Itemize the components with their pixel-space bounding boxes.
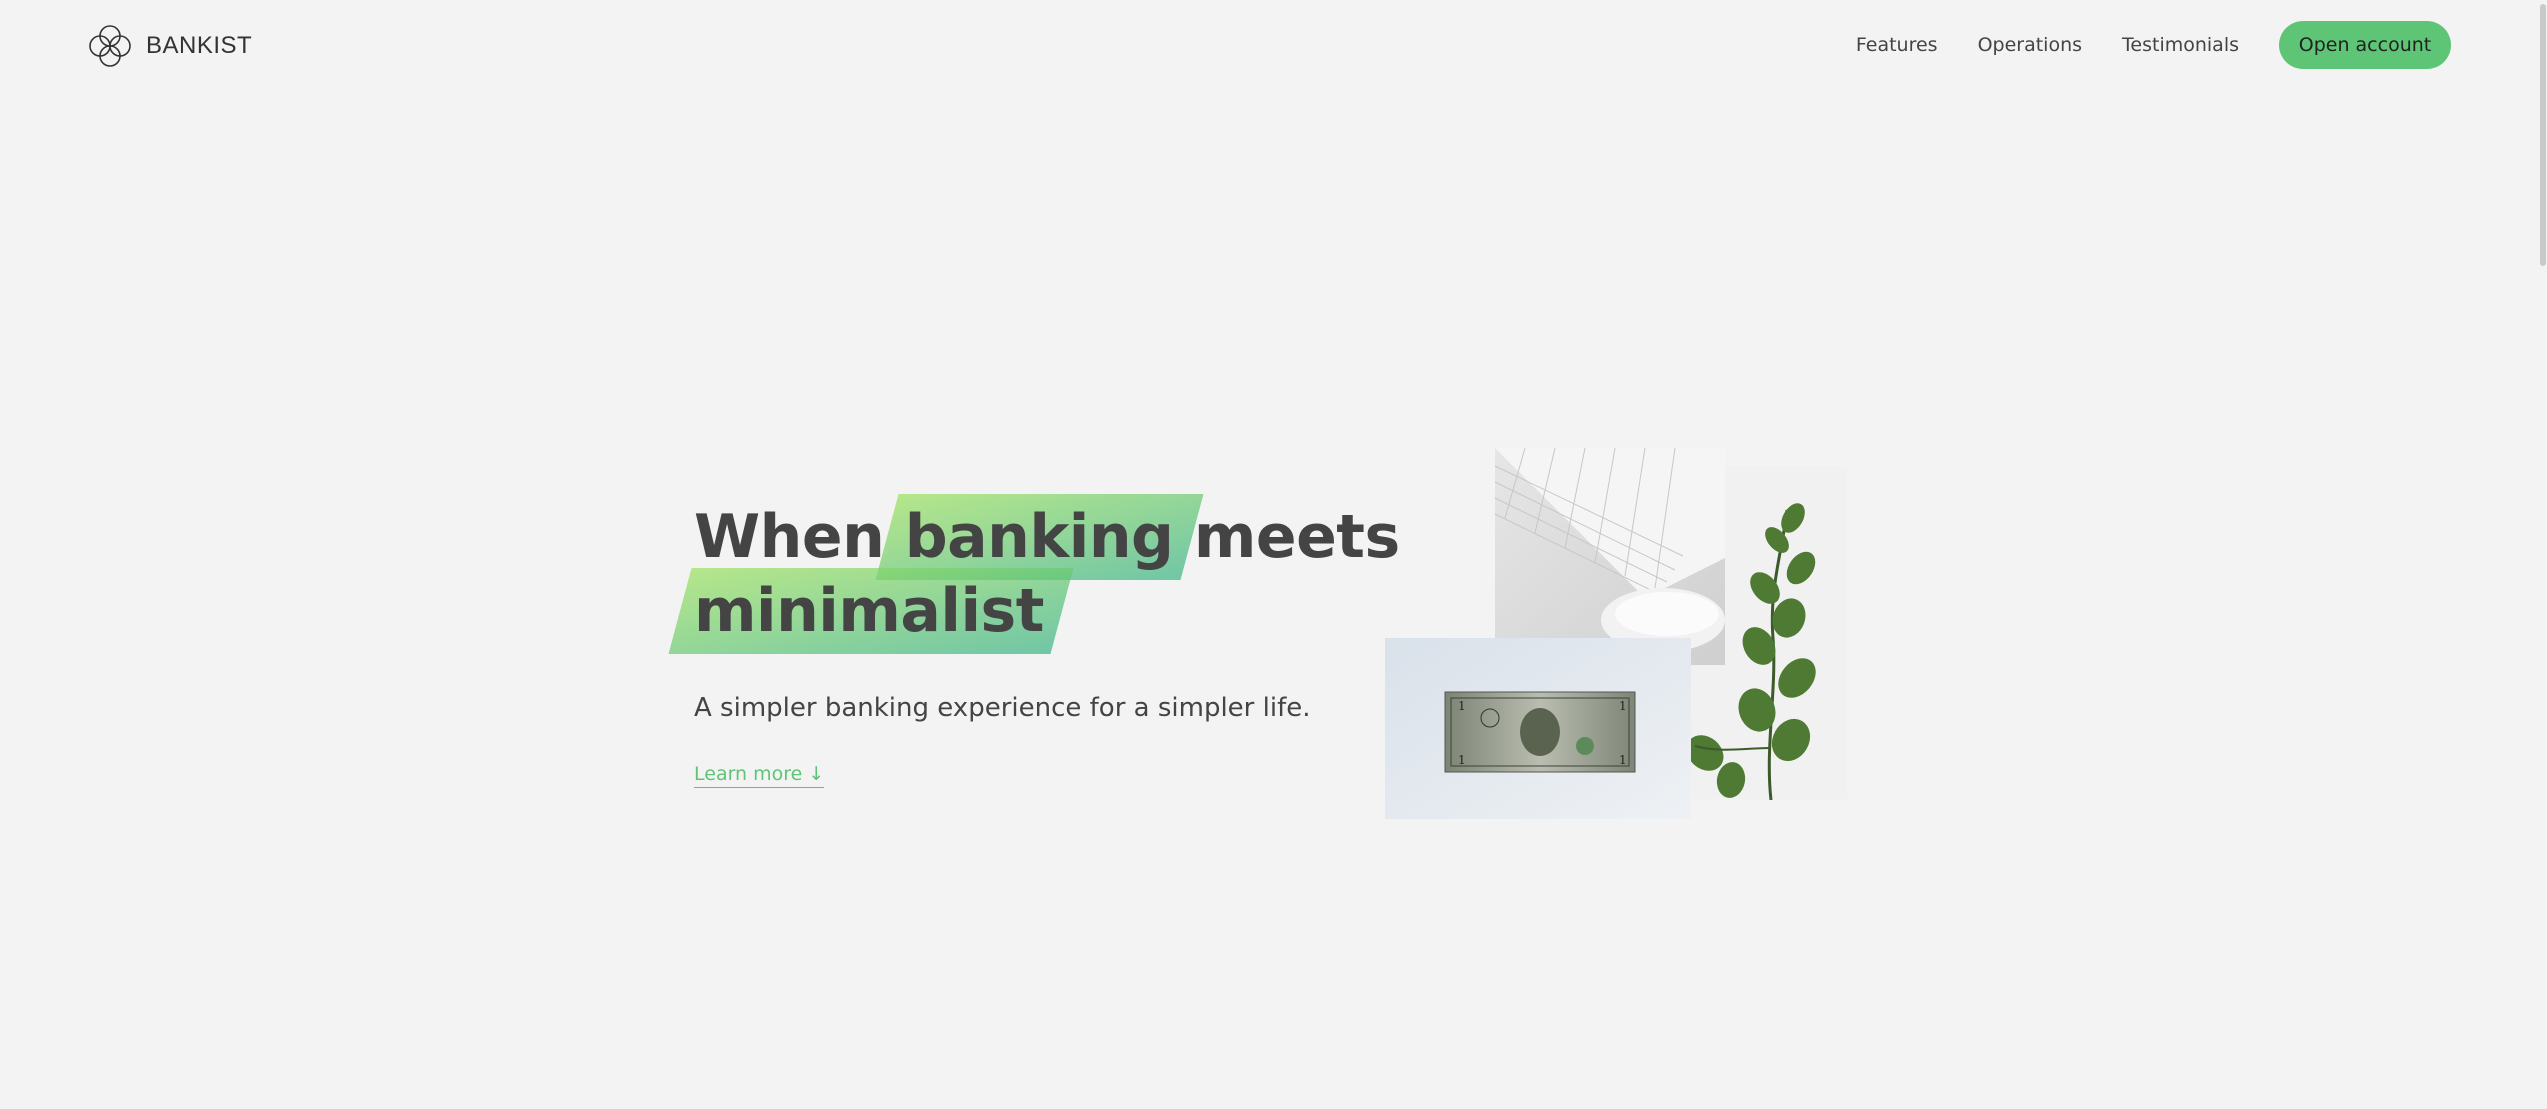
dollar-bill-photo: 1 1 1 1 [1385, 638, 1691, 819]
svg-text:1: 1 [1458, 699, 1466, 713]
open-account-button[interactable]: Open account [2279, 21, 2451, 69]
logo-text: BANKIST [146, 32, 253, 59]
nav-link-testimonials[interactable]: Testimonials [2122, 34, 2239, 56]
keyboard-photo [1494, 448, 1725, 665]
hero-highlight-minimalist: minimalist [694, 576, 1044, 646]
nav-links: Features Operations Testimonials Open ac… [1856, 21, 2451, 69]
top-navigation: BANKIST Features Operations Testimonials… [0, 0, 2547, 90]
hero-highlight-banking: banking [904, 502, 1174, 572]
bankist-logo-icon [89, 25, 131, 67]
page: BANKIST Features Operations Testimonials… [0, 0, 2547, 1109]
learn-more-link[interactable]: Learn more ↓ [694, 763, 825, 788]
hero-title-word-when: When [694, 502, 885, 572]
svg-text:1: 1 [1619, 699, 1627, 713]
page-scrollbar[interactable] [2538, 0, 2547, 1109]
hero-image: 1 1 1 1 [1385, 448, 1847, 819]
hero-title-word-meets: meets [1193, 502, 1400, 572]
logo[interactable]: BANKIST [86, 22, 252, 70]
hero-subtitle: A simpler banking experience for a simpl… [694, 693, 1311, 723]
nav-link-operations[interactable]: Operations [1978, 34, 2082, 56]
scrollbar-thumb[interactable] [2540, 4, 2546, 266]
svg-text:1: 1 [1619, 753, 1627, 767]
hero-title: When banking meets minimalist [694, 500, 1400, 648]
nav-link-features[interactable]: Features [1856, 34, 1938, 56]
svg-text:1: 1 [1458, 753, 1466, 767]
